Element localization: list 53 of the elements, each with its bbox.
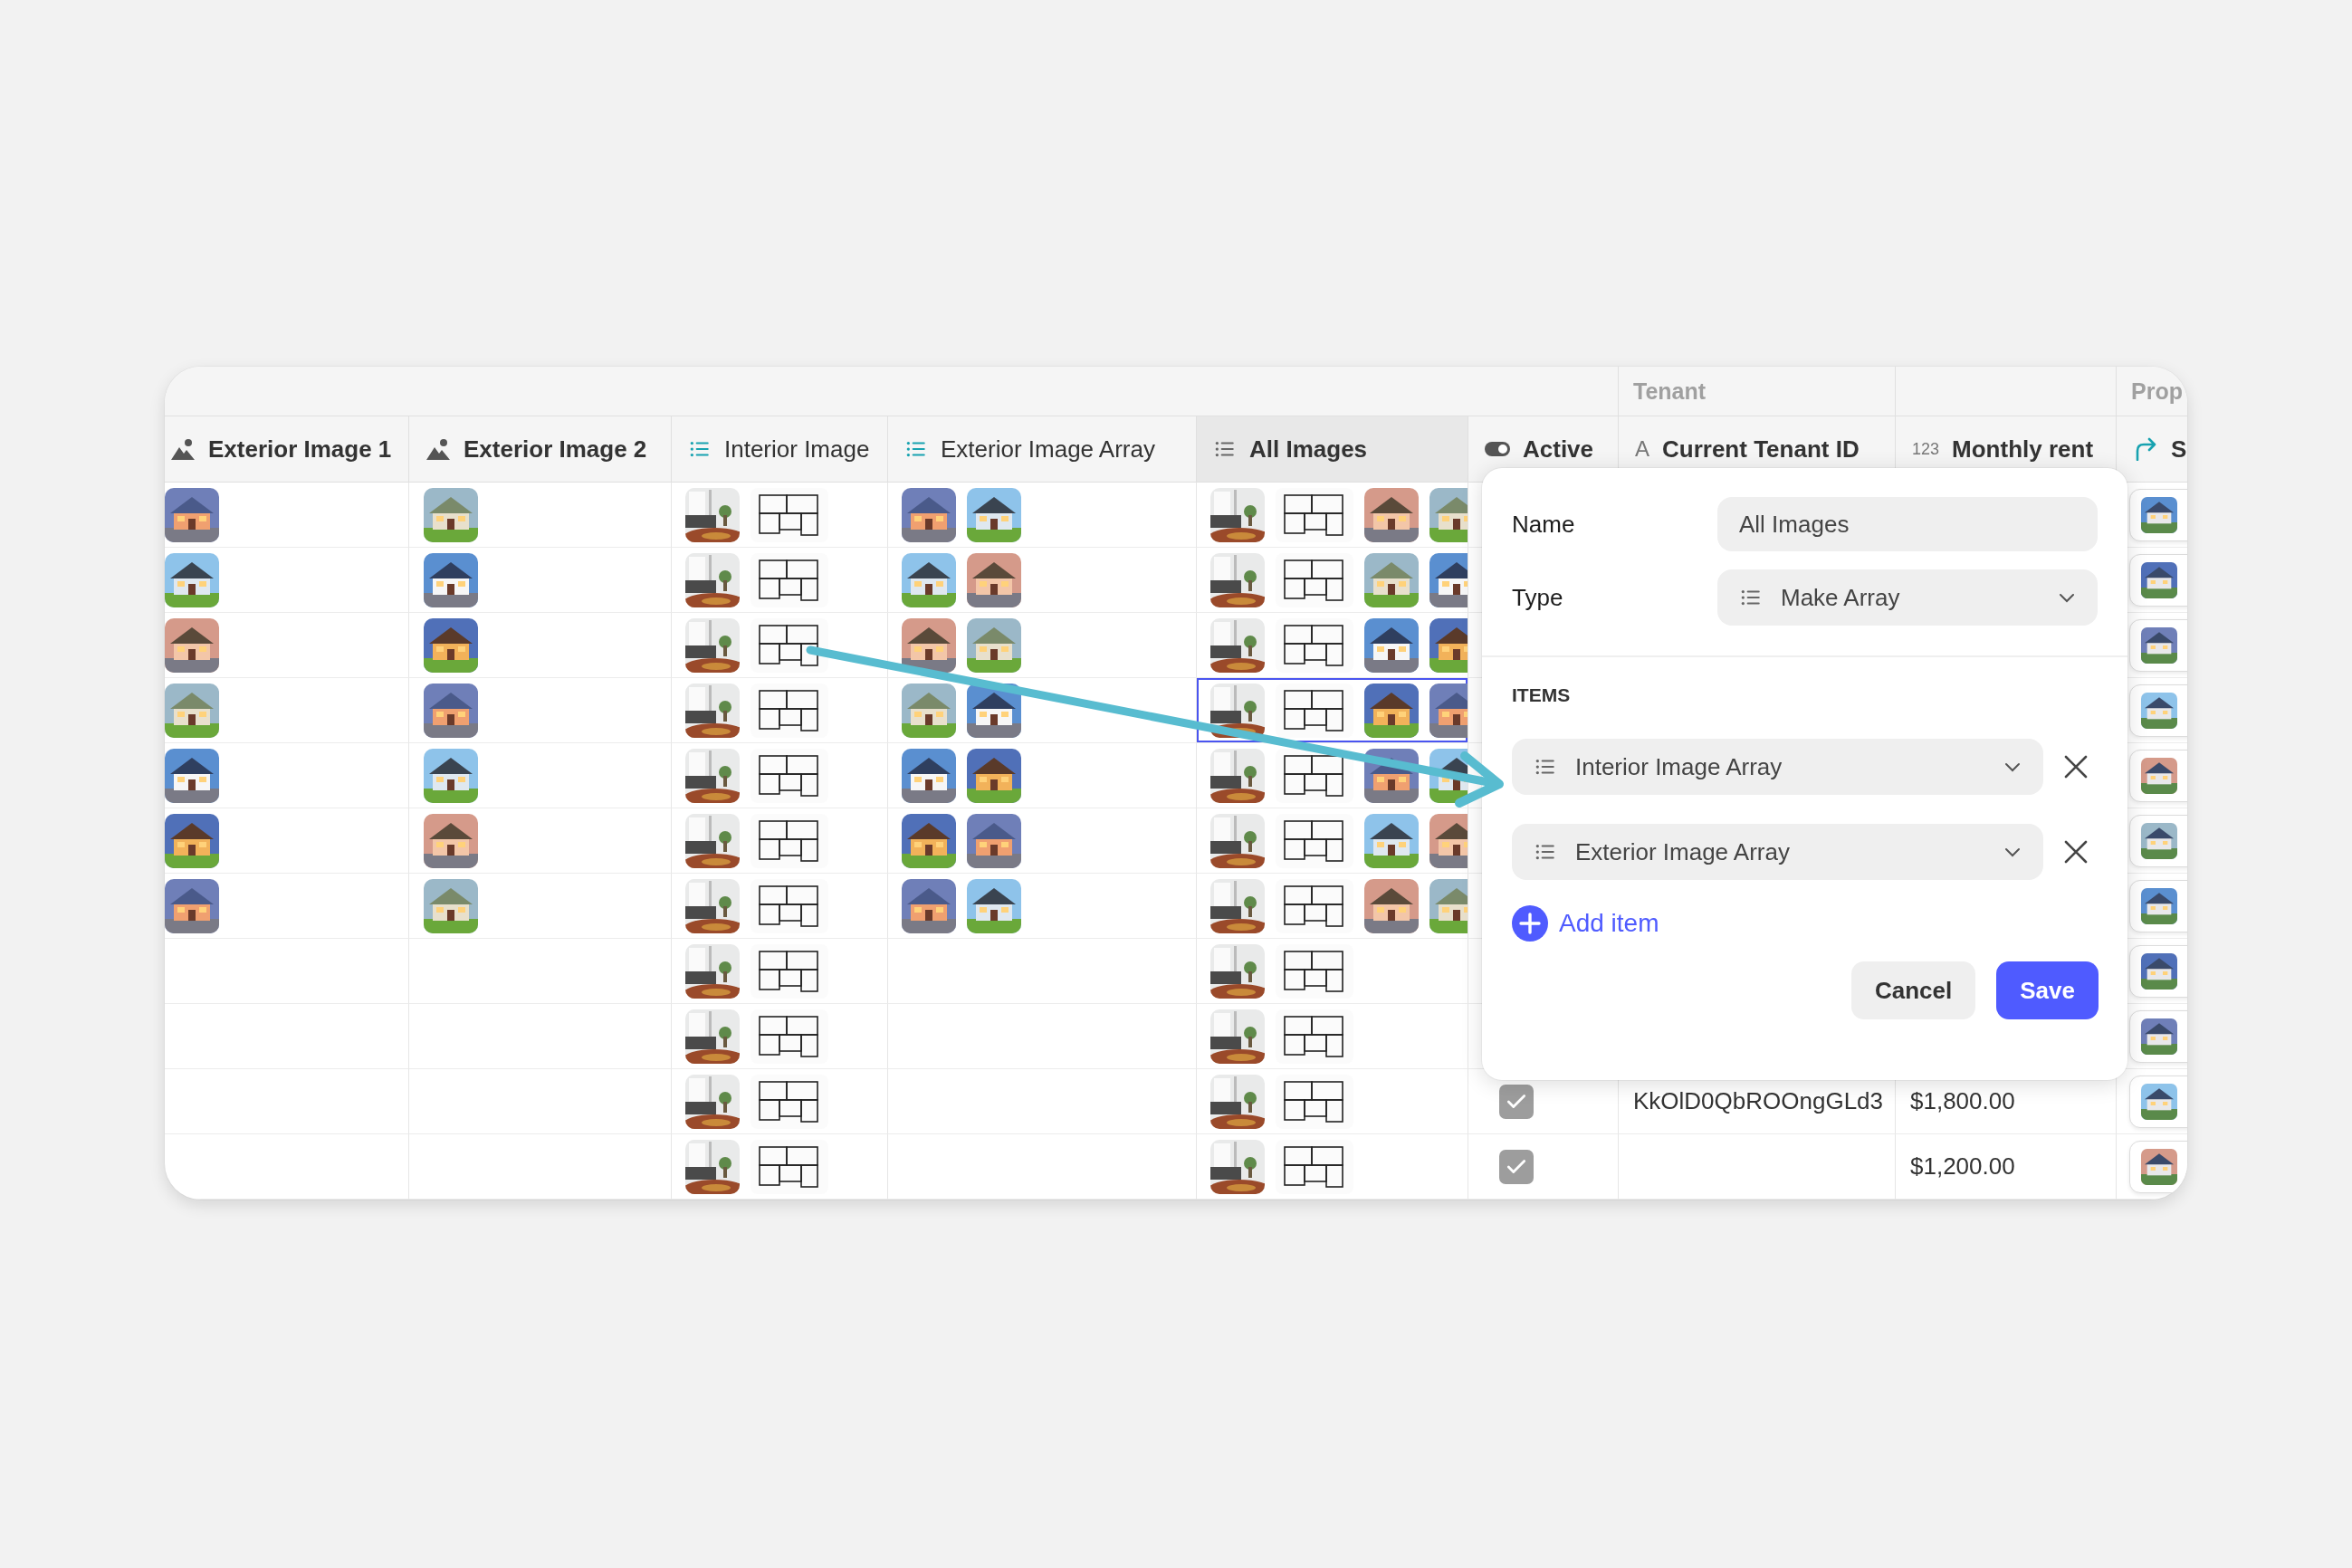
table-cell[interactable] [1197, 808, 1468, 874]
table-cell[interactable] [1197, 743, 1468, 808]
property-card[interactable] [2129, 944, 2187, 998]
property-card[interactable] [2129, 488, 2187, 541]
property-card[interactable] [2129, 1075, 2187, 1128]
table-cell[interactable] [1197, 874, 1468, 939]
remove-button[interactable] [2064, 755, 2088, 779]
property-card[interactable] [2129, 684, 2187, 737]
type-icon: 123 [1912, 439, 1940, 459]
property-card[interactable] [2129, 1009, 2187, 1063]
table-cell[interactable] [1197, 483, 1468, 548]
cancel-button[interactable]: Cancel [1851, 961, 1976, 1019]
column-header[interactable]: Exterior Image 2 [409, 416, 672, 483]
checkbox[interactable] [1499, 1149, 1534, 1184]
property-card[interactable] [2129, 1140, 2187, 1193]
table-cell[interactable] [1197, 1004, 1468, 1069]
property-card[interactable] [2129, 553, 2187, 607]
table-cell[interactable] [1197, 678, 1468, 743]
column-header[interactable]: S [2117, 416, 2187, 483]
property-card[interactable] [2129, 879, 2187, 932]
property-card[interactable] [2129, 618, 2187, 672]
item-select[interactable]: Exterior Image Array [1512, 824, 2043, 880]
column-header[interactable]: Exterior Image Array [888, 416, 1197, 483]
close-icon [2064, 840, 2088, 864]
type-select[interactable]: Make Array [1717, 569, 2098, 626]
group-header: Tenant [1619, 367, 1896, 416]
section-heading: ITEMS [1512, 684, 1572, 706]
table-cell[interactable] [1197, 548, 1468, 613]
column-header[interactable]: All Images [1197, 416, 1468, 483]
checkbox[interactable] [1499, 1084, 1534, 1119]
column-header[interactable]: Exterior Image 1 [165, 416, 409, 483]
property-card[interactable] [2129, 749, 2187, 802]
table-cell[interactable] [1197, 1134, 1468, 1200]
field-label: Type [1512, 583, 1564, 612]
save-button[interactable]: Save [1996, 961, 2099, 1019]
remove-button[interactable] [2064, 840, 2088, 864]
field-label: Name [1512, 510, 1576, 539]
table-cell: $1,200.00 [1896, 1134, 2117, 1200]
table-cell[interactable] [1197, 1069, 1468, 1134]
image-icon [170, 437, 196, 461]
image-icon [425, 437, 451, 461]
column-header[interactable]: Interior Image [672, 416, 888, 483]
add-item-button[interactable]: Add item [1512, 905, 1659, 942]
name-field[interactable]: All Images [1717, 497, 2098, 551]
group-header: Prop [2117, 367, 2187, 416]
item-select[interactable]: Interior Image Array [1512, 739, 2043, 795]
toggle-icon [1485, 441, 1510, 457]
table-cell[interactable] [1197, 613, 1468, 678]
plus-icon [1512, 905, 1548, 942]
property-card[interactable] [2129, 814, 2187, 867]
type-icon: A [1635, 436, 1649, 462]
close-icon [2064, 755, 2088, 779]
table-cell[interactable] [1197, 939, 1468, 1004]
